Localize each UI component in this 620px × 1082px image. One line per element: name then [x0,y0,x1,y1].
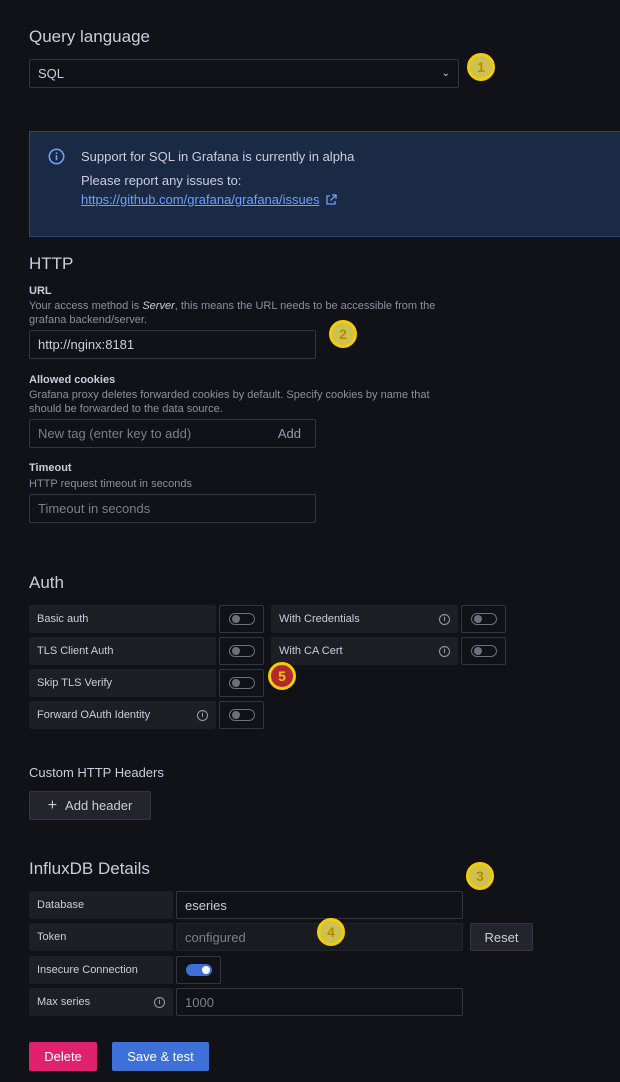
url-description: Your access method is Server, this means… [29,300,436,326]
toggle-switch [470,645,497,657]
cookies-add-button[interactable]: Add [278,426,301,441]
with-credentials-label: With Credentials i [271,605,458,633]
token-reset-button[interactable]: Reset [470,923,533,951]
influxdb-heading: InfluxDB Details [29,859,150,878]
query-language-select[interactable]: SQL ⌄ [29,59,459,88]
timeout-input[interactable]: Timeout in seconds [29,494,316,523]
github-issues-link-text: https://github.com/grafana/grafana/issue… [81,192,320,207]
with-ca-cert-toggle[interactable] [461,637,506,665]
forward-oauth-label: Forward OAuth Identity i [29,701,216,729]
info-circle-icon [48,148,65,165]
with-ca-cert-label: With CA Cert i [271,637,458,665]
timeout-description: HTTP request timeout in seconds [29,478,193,490]
delete-button[interactable]: Delete [29,1042,97,1071]
skip-tls-verify-label: Skip TLS Verify [29,669,216,697]
url-input[interactable]: http://nginx:8181 [29,330,316,359]
toggle-switch [228,645,255,657]
toggle-switch [470,613,497,625]
database-input[interactable]: eseries [176,891,463,919]
chevron-down-icon: ⌄ [441,68,450,79]
toggle-switch [228,677,255,689]
tls-client-auth-label: TLS Client Auth [29,637,216,665]
toggle-switch [185,964,212,976]
query-language-heading: Query language [29,27,150,46]
info-icon[interactable]: i [197,709,208,721]
database-value: eseries [185,897,227,913]
annotation-badge-4: 4 [317,918,345,946]
url-label: URL [29,285,52,297]
alpha-info-alert: Support for SQL in Grafana is currently … [29,131,620,237]
info-icon[interactable]: i [154,996,165,1008]
annotation-badge-5: 5 [268,662,296,690]
allowed-cookies-label: Allowed cookies [29,374,116,386]
toggle-switch [228,709,255,721]
tls-client-auth-toggle[interactable] [219,637,264,665]
github-issues-link[interactable]: https://github.com/grafana/grafana/issue… [81,192,338,207]
token-label: Token [29,923,173,951]
info-icon[interactable]: i [439,613,450,625]
database-label: Database [29,891,173,919]
custom-headers-heading: Custom HTTP Headers [29,765,164,780]
allowed-cookies-description: Grafana proxy deletes forwarded cookies … [29,389,430,415]
http-heading: HTTP [29,254,74,273]
basic-auth-label: Basic auth [29,605,216,633]
timeout-placeholder: Timeout in seconds [38,501,151,516]
info-icon[interactable]: i [439,645,450,657]
skip-tls-verify-toggle[interactable] [219,669,264,697]
max-series-label: Max series i [29,988,173,1016]
basic-auth-toggle[interactable] [219,605,264,633]
allowed-cookies-input[interactable]: New tag (enter key to add) Add [29,419,316,448]
save-test-button[interactable]: Save & test [112,1042,209,1071]
toggle-switch [228,613,255,625]
insecure-connection-toggle[interactable] [176,956,221,984]
plus-icon: + [47,796,58,814]
annotation-badge-2: 2 [329,320,357,348]
insecure-connection-label: Insecure Connection [29,956,173,984]
max-series-input[interactable]: 1000 [176,988,463,1016]
annotation-badge-1: 1 [467,53,495,81]
max-series-placeholder: 1000 [185,994,214,1010]
with-credentials-toggle[interactable] [461,605,506,633]
timeout-label: Timeout [29,462,72,474]
query-language-value: SQL [38,66,65,81]
external-link-icon [326,193,338,205]
alert-body: Please report any issues to: [81,173,242,188]
url-value: http://nginx:8181 [38,337,135,352]
forward-oauth-toggle[interactable] [219,701,264,729]
add-header-button[interactable]: + Add header [29,791,151,820]
annotation-badge-3: 3 [466,862,494,890]
auth-heading: Auth [29,573,64,592]
alert-title: Support for SQL in Grafana is currently … [81,149,355,164]
token-value: configured [185,929,246,945]
cookies-placeholder: New tag (enter key to add) [38,426,192,441]
